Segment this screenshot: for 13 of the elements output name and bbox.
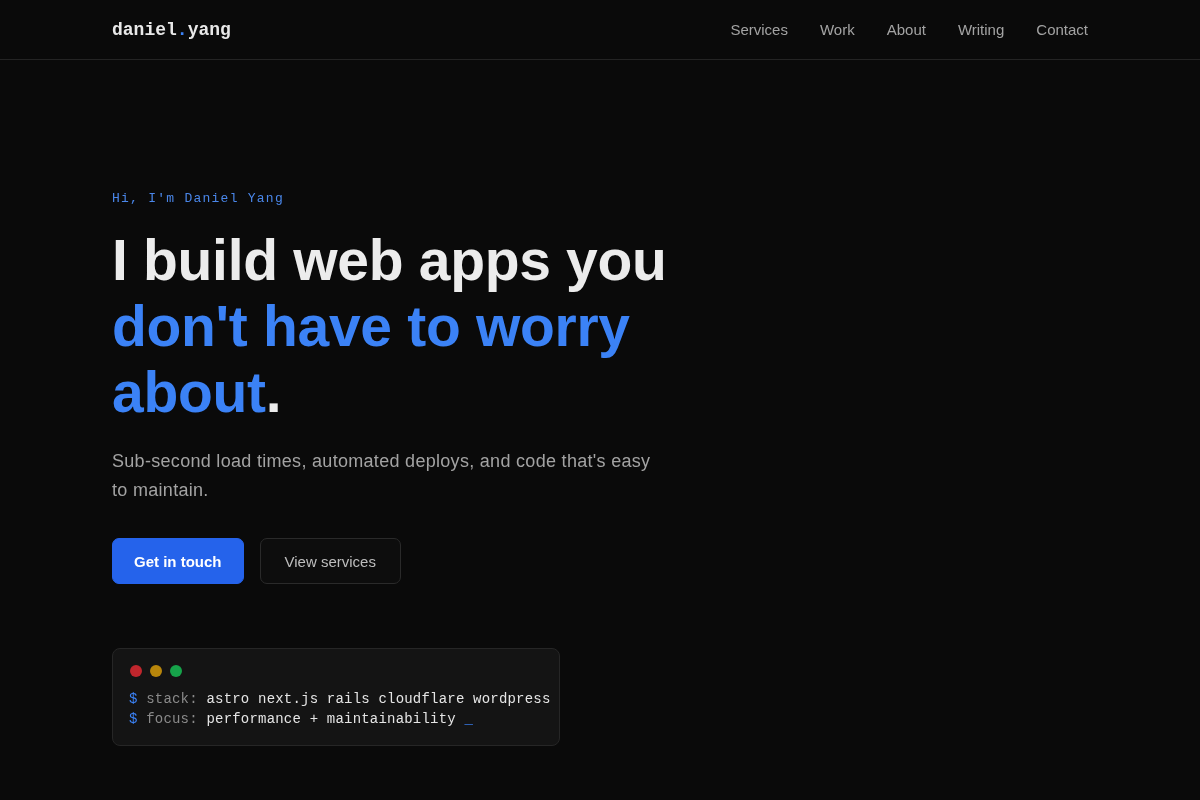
terminal-line: $ stack: astro next.js rails cloudflare wordpress <box>129 690 551 709</box>
contact-button[interactable]: Get in touch <box>112 538 244 584</box>
logo[interactable]: daniel.yang <box>112 17 231 42</box>
nav-link[interactable]: About <box>886 19 926 40</box>
headline: I build web apps you don't have to worry about. <box>112 227 667 425</box>
greeting-text: Hi, I'm Daniel Yang <box>112 190 284 208</box>
services-button[interactable]: View services <box>259 538 401 584</box>
nav-link[interactable]: Services <box>730 19 788 40</box>
nav-link[interactable]: Contact <box>1036 19 1088 40</box>
nav-link[interactable]: Writing <box>957 19 1005 40</box>
nav-link[interactable]: Work <box>819 19 855 40</box>
subtitle: Sub-second load times, automated deploys, and code that's easy to maintain. <box>112 450 652 502</box>
terminal-line: $ focus: performance + maintainability _ <box>129 710 474 729</box>
